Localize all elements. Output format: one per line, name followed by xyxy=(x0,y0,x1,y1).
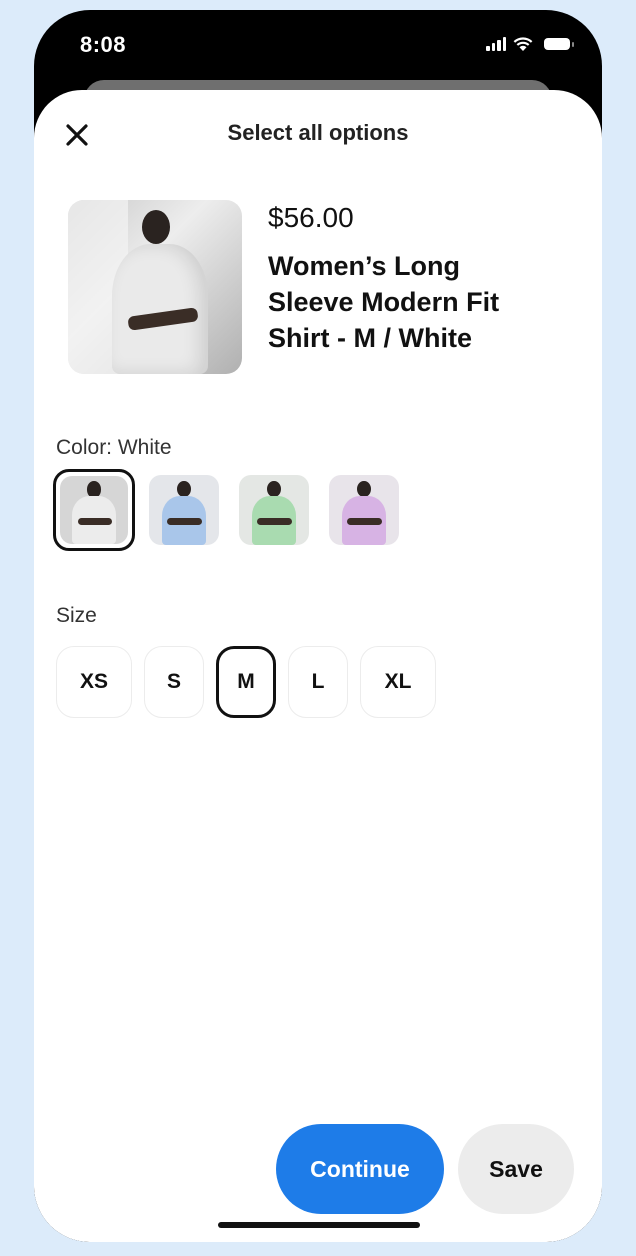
size-options: XS S M L XL xyxy=(56,646,436,718)
save-button[interactable]: Save xyxy=(458,1124,574,1214)
home-indicator xyxy=(218,1222,420,1228)
product-info: $56.00 Women’s Long Sleeve Modern Fit Sh… xyxy=(268,200,528,374)
color-swatch-blue[interactable] xyxy=(146,472,222,548)
continue-button[interactable]: Continue xyxy=(276,1124,444,1214)
swatch-image xyxy=(60,476,128,544)
status-time: 8:08 xyxy=(80,32,127,57)
size-label: Size xyxy=(56,604,97,627)
color-swatch-purple[interactable] xyxy=(326,472,402,548)
color-swatches xyxy=(53,469,402,551)
product-image xyxy=(68,200,242,374)
size-option-l[interactable]: L xyxy=(288,646,348,718)
cellular-signal-icon xyxy=(486,37,506,51)
size-option-s[interactable]: S xyxy=(144,646,204,718)
product-price: $56.00 xyxy=(268,202,354,233)
sheet-title: Select all options xyxy=(227,120,409,145)
size-option-xl[interactable]: XL xyxy=(360,646,436,718)
color-swatch-white[interactable] xyxy=(53,469,135,551)
wifi-icon xyxy=(513,37,533,51)
color-swatch-green[interactable] xyxy=(236,472,312,548)
swatch-image xyxy=(149,475,219,545)
battery-icon xyxy=(544,38,574,50)
product-summary: $56.00 Women’s Long Sleeve Modern Fit Sh… xyxy=(68,200,528,374)
product-name: Women’s Long Sleeve Modern Fit Shirt - M… xyxy=(268,251,500,353)
options-sheet: Select all options $56.00 Women’s Long S… xyxy=(34,90,602,1242)
color-label: Color: White xyxy=(56,436,172,459)
sheet-footer: Continue Save xyxy=(34,1092,602,1242)
size-option-xs[interactable]: XS xyxy=(56,646,132,718)
phone-frame: 8:08 Select all options $56.00 Women’s L… xyxy=(34,10,602,1242)
sheet-header: Select all options xyxy=(34,90,602,180)
status-icons xyxy=(486,36,574,52)
status-bar: 8:08 xyxy=(34,10,602,90)
size-option-m[interactable]: M xyxy=(216,646,276,718)
swatch-image xyxy=(239,475,309,545)
swatch-image xyxy=(329,475,399,545)
